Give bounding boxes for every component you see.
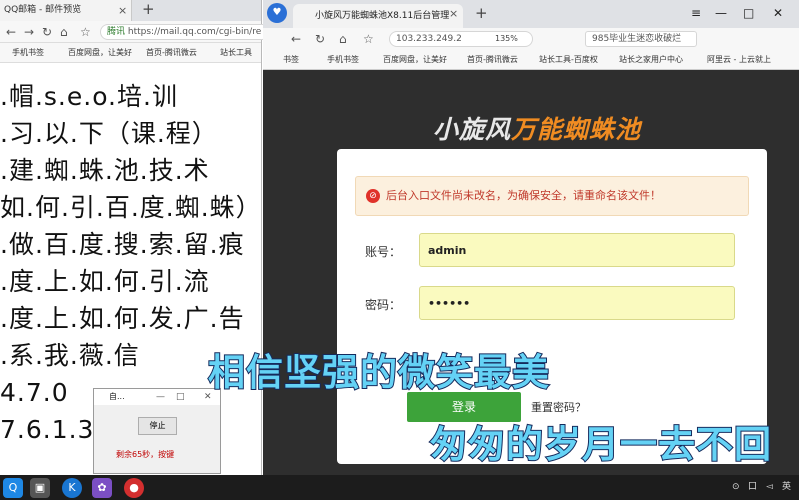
left-bookmark-item[interactable]: 站长工具 — [220, 43, 252, 62]
user-avatar[interactable]: ♥ — [267, 3, 287, 23]
left-bookmark-item[interactable]: 手机书签 — [12, 43, 44, 62]
right-bookmark-item[interactable]: 站长之家用户中心 — [619, 50, 683, 69]
rename-warning-banner: ⊘ 后台入口文件尚未改名，为确保安全，请重命名该文件！ — [355, 176, 749, 216]
logo-main-text: 小旋风 — [433, 115, 512, 144]
left-forward-icon[interactable]: → — [24, 21, 34, 43]
popup-countdown-text: 剩余65秒，按键 — [116, 450, 175, 459]
left-tab-qq-mail[interactable]: QQ邮箱 - 邮件预览 — [0, 0, 132, 21]
password-input[interactable] — [419, 286, 735, 320]
caption-line-2: 匆匆的岁月一去不回 — [429, 422, 772, 467]
right-address-bar: ← ↻ ⌂ ☆ 103.233.249.2 135% 985毕业生迷恋收破烂 — [263, 28, 799, 50]
tray-display-icon[interactable]: 口 — [748, 475, 757, 500]
left-bookmark-star-icon[interactable]: ☆ — [80, 21, 91, 43]
left-bookmark-item[interactable]: 百度网盘，让美好 — [68, 43, 132, 62]
spider-pool-logo: 小旋风万能蜘蛛池 — [433, 110, 641, 146]
left-tab-title: QQ邮箱 - 邮件预览 — [4, 5, 82, 15]
tray-volume-icon[interactable]: ◅ — [766, 475, 773, 500]
document-line: .习.以.下（课.程） — [0, 119, 218, 148]
left-browser-window: QQ邮箱 - 邮件预览 × + ← → ↻ ⌂ ☆ 腾讯 https://mai… — [0, 0, 270, 475]
password-label: 密码： — [365, 298, 402, 312]
document-line: .帽.s.e.o.培.训 — [0, 82, 178, 111]
caption-line-1: 相信坚强的微笑最美 — [207, 350, 550, 395]
tray-input-method[interactable]: 英 — [782, 475, 791, 500]
window-close-icon[interactable]: ✕ — [773, 0, 783, 26]
right-bookmark-item[interactable]: 百度网盘，让美好 — [383, 50, 447, 69]
left-bookmark-bar: 手机书签 百度网盘，让美好 首页-腾讯微云 站长工具 — [0, 43, 261, 63]
left-refresh-icon[interactable]: ↻ — [42, 21, 52, 43]
document-line: 如.何.引.百.度.蜘.蛛） — [0, 193, 262, 222]
taskbar-recorder-icon[interactable]: ● — [124, 478, 144, 498]
timer-popup-window: 自... — □ ✕ 停止 剩余65秒，按键 — [93, 388, 221, 474]
document-line: .建.蜘.蛛.池.技.术 — [0, 156, 210, 185]
screen: QQ邮箱 - 邮件预览 × + ← → ↻ ⌂ ☆ 腾讯 https://mai… — [0, 0, 799, 500]
left-url-text: https://mail.qq.com/cgi-bin/re — [127, 27, 262, 37]
popup-maximize-icon[interactable]: □ — [176, 389, 185, 405]
right-bookmark-bar: 书签 手机书签 百度网盘，让美好 首页-腾讯微云 站长工具-百度权 站长之家用户… — [263, 50, 799, 70]
right-refresh-icon[interactable]: ↻ — [315, 28, 325, 50]
browser-menu-icon[interactable]: ≡ — [691, 0, 701, 26]
search-suggestion-text: 985毕业生迷恋收破烂 — [592, 34, 682, 44]
left-back-icon[interactable]: ← — [6, 21, 16, 43]
warning-ban-icon: ⊘ — [366, 189, 380, 203]
right-new-tab-icon[interactable]: + — [475, 4, 488, 23]
taskbar-app-icon[interactable]: ▣ — [30, 478, 50, 498]
right-bookmark-item[interactable]: 首页-腾讯微云 — [467, 50, 518, 69]
right-search-field[interactable]: 985毕业生迷恋收破烂 — [585, 31, 697, 47]
right-bookmark-item[interactable]: 阿里云 - 上云就上 — [707, 50, 771, 69]
right-url-text: 103.233.249.2 — [396, 34, 462, 44]
popup-minimize-icon[interactable]: — — [156, 389, 165, 405]
right-bookmark-star-icon[interactable]: ☆ — [363, 28, 374, 50]
tray-network-icon[interactable]: ⊙ — [732, 475, 740, 500]
right-bookmark-item[interactable]: 站长工具-百度权 — [539, 50, 598, 69]
left-url-site-label: 腾讯 — [107, 27, 126, 37]
right-browser-window: ♥ 小旋风万能蜘蛛池X8.11后台管理 × + ≡ — □ ✕ ← ↻ ⌂ ☆ … — [263, 0, 799, 475]
window-minimize-icon[interactable]: — — [715, 0, 727, 26]
left-tab-close-icon[interactable]: × — [118, 0, 127, 21]
logo-accent-text: 万能蜘蛛池 — [511, 115, 642, 144]
right-tab-close-icon[interactable]: × — [449, 3, 458, 24]
right-tab-spider-pool-admin[interactable]: 小旋风万能蜘蛛池X8.11后台管理 — [293, 4, 463, 28]
reset-password-link[interactable]: 重置密码？ — [531, 399, 586, 415]
username-label: 账号： — [365, 245, 402, 259]
taskbar-paint-icon[interactable]: ✿ — [92, 478, 112, 498]
stop-button[interactable]: 停止 — [138, 417, 177, 435]
window-maximize-icon[interactable]: □ — [743, 0, 754, 26]
document-line: .度.上.如.何.引.流 — [0, 267, 210, 296]
taskbar-search-icon[interactable]: Q — [3, 478, 23, 498]
left-tab-bar: QQ邮箱 - 邮件预览 × + — [0, 0, 261, 21]
zoom-level[interactable]: 135% — [495, 28, 518, 50]
right-home-icon[interactable]: ⌂ — [339, 28, 347, 50]
document-line: .做.百.度.搜.索.留.痕 — [0, 230, 245, 259]
left-new-tab-icon[interactable]: + — [142, 0, 155, 19]
left-home-icon[interactable]: ⌂ — [60, 21, 68, 43]
right-tab-bar: ♥ 小旋风万能蜘蛛池X8.11后台管理 × + ≡ — □ ✕ — [263, 0, 799, 28]
left-address-bar: ← → ↻ ⌂ ☆ 腾讯 https://mail.qq.com/cgi-bin… — [0, 21, 270, 43]
popup-title: 自... — [109, 392, 125, 401]
right-back-icon[interactable]: ← — [291, 28, 301, 50]
document-line: .度.上.如.何.发.广.告 — [0, 304, 245, 333]
right-bookmark-item[interactable]: 书签 — [283, 50, 299, 69]
right-tab-title: 小旋风万能蜘蛛池X8.11后台管理 — [315, 11, 450, 21]
taskbar: Q ▣ K ✿ ● ⊙ 口 ◅ 英 — [0, 475, 799, 500]
left-bookmark-item[interactable]: 首页-腾讯微云 — [146, 43, 197, 62]
warning-text: 后台入口文件尚未改名，为确保安全，请重命名该文件！ — [386, 189, 661, 202]
taskbar-browser-icon[interactable]: K — [62, 478, 82, 498]
right-bookmark-item[interactable]: 手机书签 — [327, 50, 359, 69]
username-input[interactable] — [419, 233, 735, 267]
left-url-field[interactable]: 腾讯 https://mail.qq.com/cgi-bin/re — [100, 24, 270, 40]
